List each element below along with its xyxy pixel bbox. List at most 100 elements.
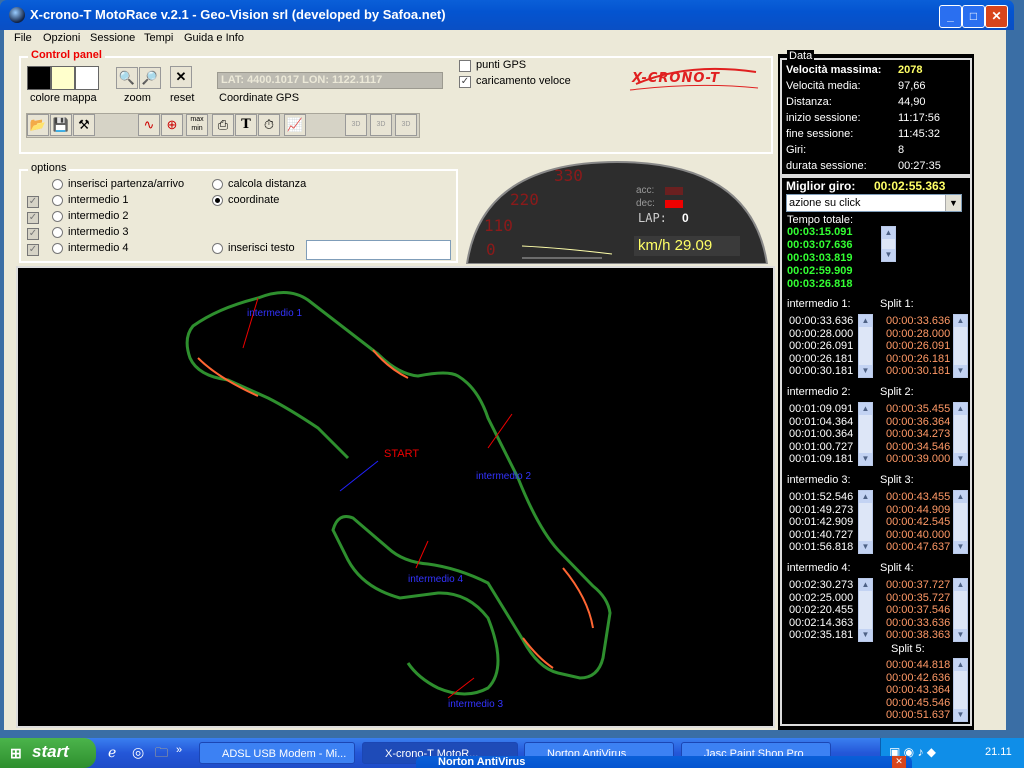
folder-icon[interactable]: 🗀: [155, 744, 168, 766]
list-item[interactable]: 00:00:42.636: [886, 672, 952, 685]
print-icon[interactable]: ⎙: [212, 114, 234, 136]
list-item[interactable]: 00:00:42.545: [886, 516, 952, 529]
scroll-up-icon[interactable]: ▲: [859, 491, 872, 503]
norton-popup[interactable]: Norton AntiVirus ✕: [416, 756, 912, 768]
list-item[interactable]: 00:03:26.818: [787, 278, 877, 291]
scroll-up-icon[interactable]: ▲: [954, 659, 967, 671]
track-map-icon[interactable]: ∿: [138, 114, 160, 136]
split4-list[interactable]: 00:00:37.727 00:00:35.727 00:00:37.546 00:0…: [886, 579, 952, 642]
view3d-1-icon[interactable]: 3D: [345, 114, 367, 136]
inserisci-testo-radio[interactable]: [212, 243, 223, 254]
scroll-down-icon[interactable]: ▼: [954, 629, 967, 641]
list-item[interactable]: 00:02:25.000: [789, 592, 857, 605]
scroll-up-icon[interactable]: ▲: [882, 227, 895, 239]
calcola-distanza-radio[interactable]: [212, 179, 223, 190]
tempo-totale-scrollbar[interactable]: ▲ ▼: [881, 226, 896, 262]
list-item[interactable]: 00:00:39.000: [886, 453, 952, 466]
tempo-totale-list[interactable]: 00:03:15.091 00:03:07.636 00:03:03.819 0…: [787, 226, 877, 291]
scroll-up-icon[interactable]: ▲: [859, 403, 872, 415]
list-item[interactable]: 00:00:43.455: [886, 491, 952, 504]
scroll-down-icon[interactable]: ▼: [954, 453, 967, 465]
list-item[interactable]: 00:00:30.181: [886, 365, 952, 378]
view3d-2-icon[interactable]: 3D: [370, 114, 392, 136]
scroll-down-icon[interactable]: ▼: [859, 365, 872, 377]
list-item[interactable]: 00:00:34.546: [886, 441, 952, 454]
list-item[interactable]: 00:01:00.727: [789, 441, 857, 454]
intermedio3-scrollbar[interactable]: ▲ ▼: [858, 490, 873, 554]
list-item[interactable]: 00:03:03.819: [787, 252, 877, 265]
intermedio3-radio[interactable]: [52, 227, 63, 238]
list-item[interactable]: 00:00:38.363: [886, 629, 952, 642]
intermedio2-radio[interactable]: [52, 211, 63, 222]
list-item[interactable]: 00:03:07.636: [787, 239, 877, 252]
color-swatch-yellow[interactable]: [51, 66, 75, 90]
list-item[interactable]: 00:01:04.364: [789, 416, 857, 429]
tools-icon[interactable]: ⚒: [73, 114, 95, 136]
list-item[interactable]: 00:01:40.727: [789, 529, 857, 542]
intermedio2-scrollbar[interactable]: ▲ ▼: [858, 402, 873, 466]
color-swatch-black[interactable]: [27, 66, 51, 90]
save-icon[interactable]: 💾: [50, 114, 72, 136]
list-item[interactable]: 00:02:30.273: [789, 579, 857, 592]
list-item[interactable]: 00:00:44.909: [886, 504, 952, 517]
split3-scrollbar[interactable]: ▲ ▼: [953, 490, 968, 554]
inserisci-testo-input[interactable]: [306, 240, 451, 260]
list-item[interactable]: 00:00:36.364: [886, 416, 952, 429]
scroll-down-icon[interactable]: ▼: [859, 629, 872, 641]
list-item[interactable]: 00:00:33.636: [886, 617, 952, 630]
intermedio3-checkbox[interactable]: ✓: [27, 228, 39, 240]
crosshair-icon[interactable]: ⊕: [161, 114, 183, 136]
list-item[interactable]: 00:00:35.727: [886, 592, 952, 605]
list-item[interactable]: 00:02:14.363: [789, 617, 857, 630]
browser-icon[interactable]: ◎: [132, 744, 144, 761]
split5-list[interactable]: 00:00:44.818 00:00:42.636 00:00:43.364 00:0…: [886, 659, 952, 722]
intermedio1-list[interactable]: 00:00:33.636 00:00:28.000 00:00:26.091 00:0…: [789, 315, 857, 378]
scroll-up-icon[interactable]: ▲: [954, 315, 967, 327]
split1-scrollbar[interactable]: ▲ ▼: [953, 314, 968, 378]
menu-file[interactable]: File: [14, 32, 32, 44]
split1-list[interactable]: 00:00:33.636 00:00:28.000 00:00:26.091 00:0…: [886, 315, 952, 378]
reset-icon[interactable]: ✕: [170, 66, 192, 88]
punti-gps-checkbox[interactable]: [459, 60, 471, 72]
menu-sessione[interactable]: Sessione: [90, 32, 135, 44]
list-item[interactable]: 00:02:59.909: [787, 265, 877, 278]
zoom-in-icon[interactable]: 🔎: [139, 67, 161, 89]
list-item[interactable]: 00:00:45.546: [886, 697, 952, 710]
list-item[interactable]: 00:00:34.273: [886, 428, 952, 441]
stopwatch-icon[interactable]: ⏱: [258, 114, 280, 136]
chart-icon[interactable]: 📈: [284, 114, 306, 136]
task-adsl-modem[interactable]: ADSL USB Modem - Mi...: [199, 742, 355, 764]
color-swatch-white[interactable]: [75, 66, 99, 90]
list-item[interactable]: 00:00:37.546: [886, 604, 952, 617]
list-item[interactable]: 00:00:33.636: [886, 315, 952, 328]
scroll-up-icon[interactable]: ▲: [954, 579, 967, 591]
list-item[interactable]: 00:00:40.000: [886, 529, 952, 542]
scroll-down-icon[interactable]: ▼: [954, 365, 967, 377]
split2-list[interactable]: 00:00:35.455 00:00:36.364 00:00:34.273 00:0…: [886, 403, 952, 466]
intermedio4-scrollbar[interactable]: ▲ ▼: [858, 578, 873, 642]
list-item[interactable]: 00:00:43.364: [886, 684, 952, 697]
open-folder-icon[interactable]: 📂: [27, 114, 49, 136]
list-item[interactable]: 00:00:51.637: [886, 709, 952, 722]
scroll-down-icon[interactable]: ▼: [954, 541, 967, 553]
intermedio1-scrollbar[interactable]: ▲ ▼: [858, 314, 873, 378]
list-item[interactable]: 00:00:33.636: [789, 315, 857, 328]
scroll-down-icon[interactable]: ▼: [859, 453, 872, 465]
scroll-up-icon[interactable]: ▲: [859, 315, 872, 327]
maximize-button[interactable]: □: [962, 5, 985, 28]
partenza-radio[interactable]: [52, 179, 63, 190]
view3d-3-icon[interactable]: 3D: [395, 114, 417, 136]
ie-icon[interactable]: ℯ: [108, 744, 116, 761]
maxmin-icon[interactable]: max min: [186, 114, 208, 136]
split4-scrollbar[interactable]: ▲ ▼: [953, 578, 968, 642]
list-item[interactable]: 00:00:44.818: [886, 659, 952, 672]
list-item[interactable]: 00:01:09.181: [789, 453, 857, 466]
track-map[interactable]: intermedio 1 START intermedio 2 intermed…: [16, 266, 775, 728]
scroll-up-icon[interactable]: ▲: [859, 579, 872, 591]
menu-guida[interactable]: Guida e Info: [184, 32, 244, 44]
list-item[interactable]: 00:03:15.091: [787, 226, 877, 239]
popup-close-icon[interactable]: ✕: [892, 756, 906, 768]
list-item[interactable]: 00:00:37.727: [886, 579, 952, 592]
list-item[interactable]: 00:01:09.091: [789, 403, 857, 416]
list-item[interactable]: 00:00:26.181: [886, 353, 952, 366]
